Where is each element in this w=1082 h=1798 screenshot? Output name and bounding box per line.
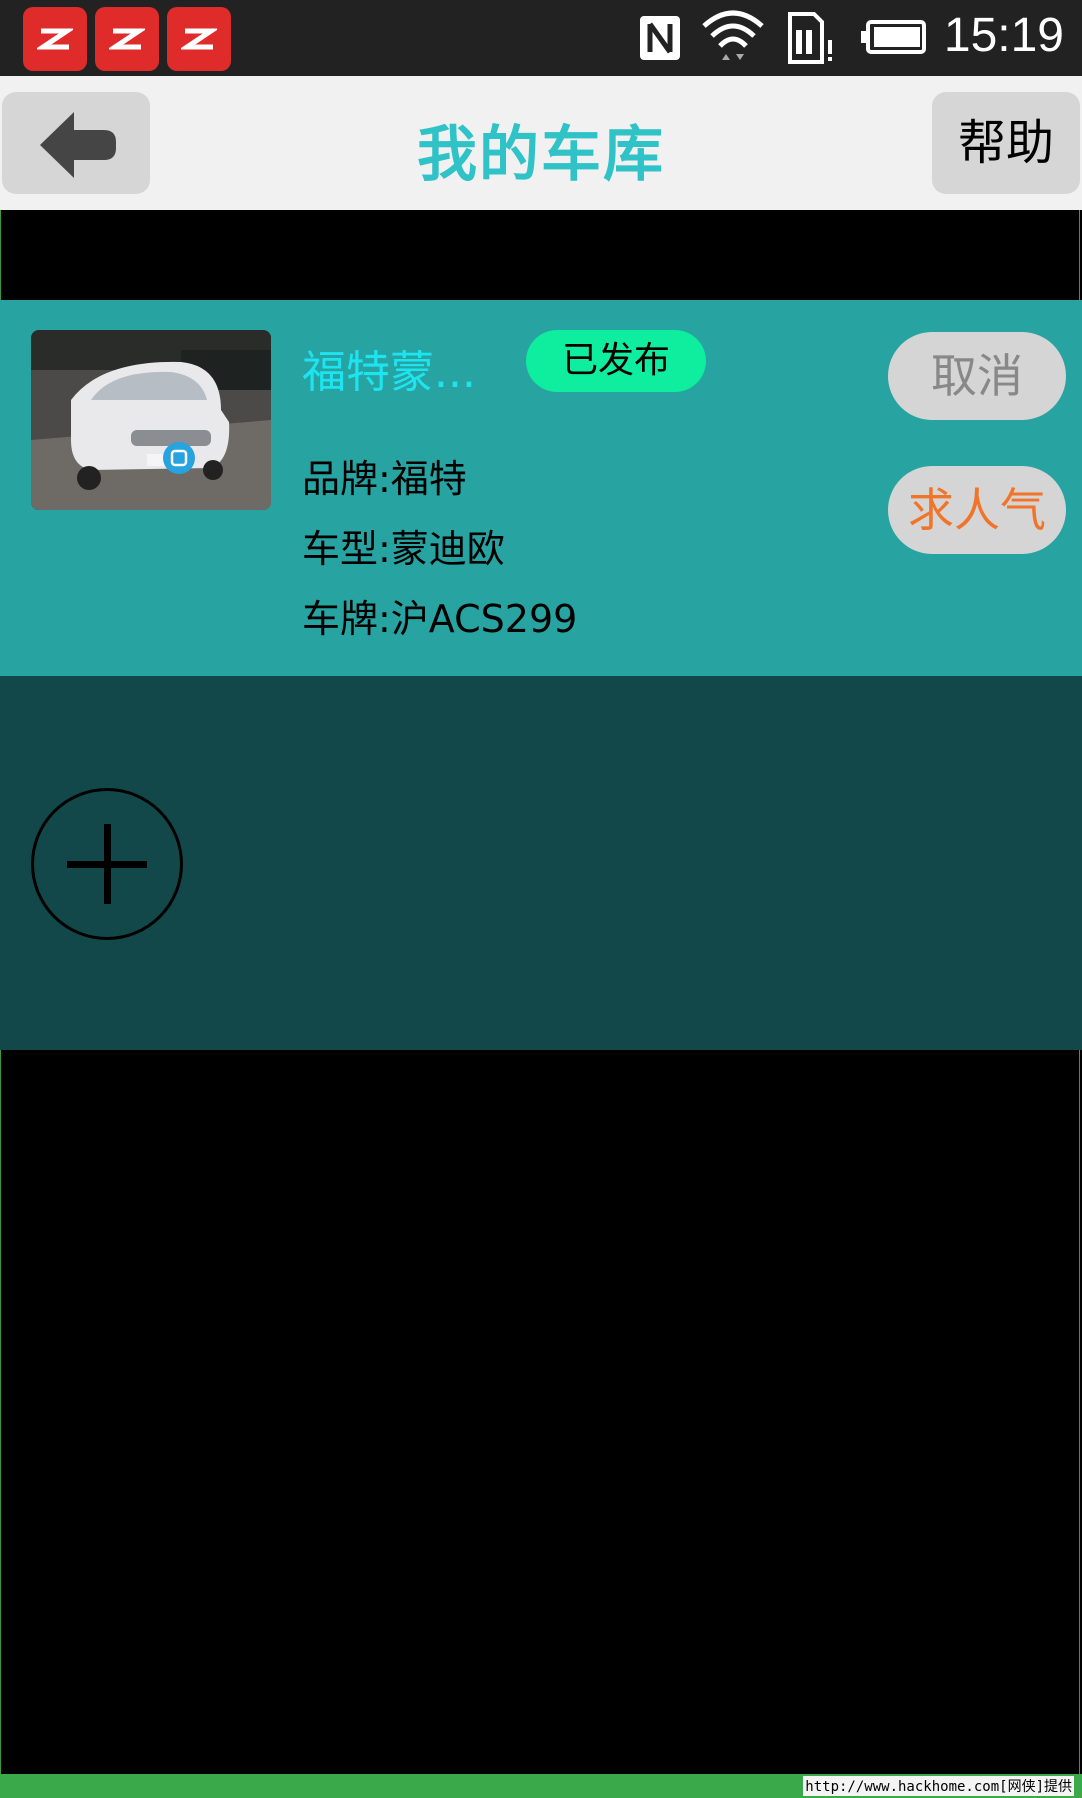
help-button[interactable]: 帮助 <box>932 92 1080 194</box>
car-plate: 车牌:沪ACS299 <box>302 597 578 641</box>
watermark-bar: http://www.hackhome.com[网侠]提供 <box>0 1774 1082 1798</box>
car-brand: 品牌:福特 <box>302 457 467 501</box>
status-bar: 15:19 <box>0 0 1082 76</box>
app-notification-icon <box>167 7 231 71</box>
watermark-text: http://www.hackhome.com[网侠]提供 <box>803 1776 1074 1796</box>
car-list-item[interactable]: 福特蒙... 已发布 品牌:福特 车型:蒙迪欧 车牌:沪ACS299 取消 求人… <box>0 300 1082 676</box>
sim-alert-icon <box>788 12 832 64</box>
app-notification-icon <box>95 7 159 71</box>
nfc-icon <box>640 16 680 60</box>
add-car-panel <box>0 676 1082 1050</box>
car-model: 车型:蒙迪欧 <box>302 527 505 571</box>
car-name: 福特蒙... <box>302 347 476 398</box>
battery-icon <box>861 20 926 54</box>
boost-popularity-button[interactable]: 求人气 <box>888 466 1066 554</box>
page-title: 我的车库 <box>417 120 665 190</box>
status-clock: 15:19 <box>943 9 1064 62</box>
cancel-button[interactable]: 取消 <box>888 332 1066 420</box>
app-notification-icon <box>23 7 87 71</box>
add-car-button[interactable] <box>31 788 183 940</box>
car-photo[interactable] <box>31 330 271 510</box>
status-badge: 已发布 <box>526 330 706 392</box>
wifi-icon <box>702 10 764 60</box>
title-bar: 我的车库 帮助 <box>0 76 1082 210</box>
